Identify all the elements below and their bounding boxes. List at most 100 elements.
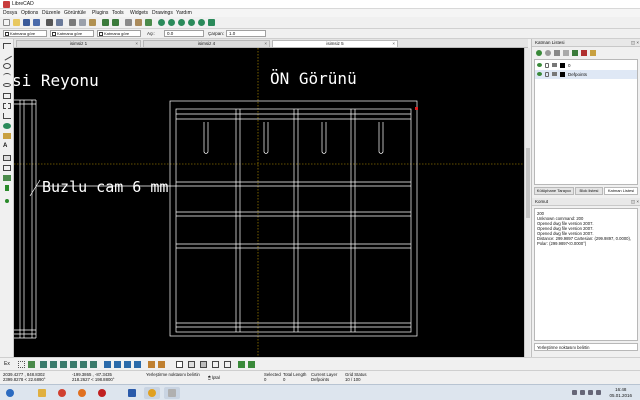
menu-yardim[interactable]: Yardım — [176, 10, 192, 16]
zoom-icon[interactable] — [3, 123, 11, 129]
lock-all-icon[interactable] — [554, 50, 560, 56]
block-icon[interactable] — [3, 175, 11, 181]
opera-icon[interactable] — [94, 387, 110, 399]
restrict-vertical-icon[interactable] — [134, 361, 141, 368]
menu-duzenle[interactable]: Düzenle — [42, 10, 60, 16]
snap-entity-icon[interactable] — [50, 361, 57, 368]
tab-isimsiz-4[interactable]: isimsiz 4 × — [143, 40, 270, 48]
view-grid-icon[interactable] — [212, 361, 219, 368]
menu-widgets[interactable]: Widgets — [130, 10, 148, 16]
dock-buttons-icon[interactable]: ◫ × — [631, 39, 639, 47]
snap-middle-icon[interactable] — [70, 361, 77, 368]
hide-all-icon[interactable] — [545, 50, 551, 56]
librecad-icon[interactable] — [164, 387, 180, 399]
ortho-toggle-icon[interactable] — [248, 361, 255, 368]
select-icon[interactable] — [3, 43, 11, 49]
system-clock[interactable]: 16:48 05.01.2016 — [609, 387, 632, 399]
zoom-out-icon[interactable] — [168, 19, 175, 26]
media-player-icon[interactable] — [144, 387, 160, 399]
pen-width-select[interactable]: Katmana göre — [50, 30, 94, 37]
cut-icon[interactable] — [69, 19, 76, 26]
unlock-all-icon[interactable] — [563, 50, 569, 56]
zoom-pan-icon[interactable] — [208, 19, 215, 26]
tab-katman-listesi[interactable]: Katman Listesi — [604, 187, 638, 195]
snap-point-icon[interactable] — [5, 199, 9, 203]
show-all-icon[interactable] — [536, 50, 542, 56]
menu-tools[interactable]: Tools — [112, 10, 124, 16]
snap-intersection-icon[interactable] — [90, 361, 97, 368]
modify-icon[interactable] — [3, 133, 11, 139]
menu-drawings[interactable]: Drawings — [152, 10, 173, 16]
print-icon[interactable] — [552, 63, 557, 67]
command-input[interactable]: Yerleştirme noktasını belirtin — [534, 343, 638, 351]
angle-input[interactable]: 0.0 — [164, 30, 204, 37]
menu-goruntule[interactable]: Görüntüle — [64, 10, 86, 16]
view-normal-icon[interactable] — [176, 361, 183, 368]
layer-row[interactable]: Defpoints — [535, 70, 637, 79]
grid-icon[interactable] — [125, 19, 132, 26]
zoom-window-icon[interactable] — [198, 19, 205, 26]
snap-distance-icon[interactable] — [80, 361, 87, 368]
spline-icon[interactable] — [3, 103, 11, 109]
close-icon[interactable]: × — [264, 41, 267, 47]
scale-input[interactable]: 1.0 — [226, 30, 266, 37]
chrome-icon[interactable] — [54, 387, 70, 399]
new-icon[interactable] — [3, 19, 10, 26]
snap-free-icon[interactable] — [18, 361, 25, 368]
zoom-in-icon[interactable] — [158, 19, 165, 26]
dock-buttons-icon[interactable]: ◫ × — [631, 198, 639, 206]
restrict-nothing-icon[interactable] — [104, 361, 111, 368]
vertical-scrollbar[interactable] — [524, 48, 530, 357]
redraw-icon[interactable] — [145, 19, 152, 26]
set-relative-zero-icon[interactable] — [148, 361, 155, 368]
menu-plugins[interactable]: Plugins — [92, 10, 108, 16]
tray-network-icon[interactable] — [588, 390, 593, 395]
view-status-icon[interactable] — [224, 361, 231, 368]
image-icon[interactable] — [3, 165, 11, 171]
polyline-icon[interactable] — [3, 93, 11, 99]
line-icon[interactable] — [2, 51, 12, 61]
snap-grid-icon[interactable] — [28, 361, 35, 368]
restrict-orthogonal-icon[interactable] — [114, 361, 121, 368]
close-icon[interactable]: × — [392, 41, 395, 47]
edit-layer-icon[interactable] — [590, 50, 596, 56]
snap-center-icon[interactable] — [60, 361, 67, 368]
redo-icon[interactable] — [112, 19, 119, 26]
lock-icon[interactable] — [545, 72, 549, 77]
hatch-icon[interactable] — [3, 155, 11, 161]
remove-layer-icon[interactable] — [581, 50, 587, 56]
layer-row[interactable]: 0 — [535, 61, 637, 70]
paste-icon[interactable] — [89, 19, 96, 26]
explorer-icon[interactable] — [34, 387, 50, 399]
open-icon[interactable] — [13, 19, 20, 26]
menu-dosya[interactable]: Dosya — [3, 10, 17, 16]
tray-up-icon[interactable] — [572, 390, 577, 395]
arc-icon[interactable] — [3, 73, 11, 79]
save-as-icon[interactable] — [33, 19, 40, 26]
snap-endpoint-icon[interactable] — [40, 361, 47, 368]
tray-volume-icon[interactable] — [596, 390, 601, 395]
text-icon[interactable]: A — [3, 143, 11, 149]
visible-icon[interactable] — [537, 72, 542, 76]
snap-toggle-icon[interactable] — [238, 361, 245, 368]
scrollbar-thumb[interactable] — [526, 148, 530, 218]
draft-icon[interactable] — [135, 19, 142, 26]
undo-icon[interactable] — [102, 19, 109, 26]
point-icon[interactable] — [5, 185, 9, 191]
menu-options[interactable]: Options — [21, 10, 38, 16]
lock-relative-zero-icon[interactable] — [158, 361, 165, 368]
start-icon[interactable] — [2, 387, 18, 399]
add-layer-icon[interactable] — [572, 50, 578, 56]
print-icon[interactable] — [552, 72, 557, 76]
zoom-auto-icon[interactable] — [178, 19, 185, 26]
ellipse-icon[interactable] — [3, 83, 11, 87]
pen-color-select[interactable]: Katmana göre — [3, 30, 47, 37]
save-icon[interactable] — [23, 19, 30, 26]
drawing-canvas[interactable]: si Reyonu ÖN Görünü Buzlu cam 6 mm — [14, 48, 524, 357]
tab-kutuphane-tarayici[interactable]: Kütüphane Tarayıcı — [534, 187, 574, 195]
tab-blok-listesi[interactable]: Blok listesi — [575, 187, 603, 195]
dimension-icon[interactable] — [3, 113, 11, 119]
print-icon[interactable] — [46, 19, 53, 26]
visible-icon[interactable] — [537, 63, 542, 67]
circle-icon[interactable] — [3, 63, 11, 69]
